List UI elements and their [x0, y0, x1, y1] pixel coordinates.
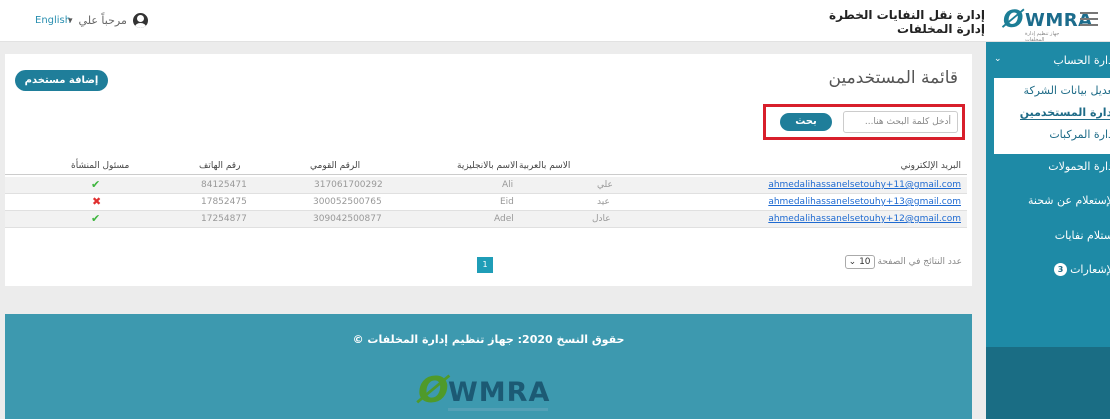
row-name-en: Eid: [500, 197, 514, 207]
column-phone: رقم الهاتف: [199, 161, 241, 171]
footer-logo-underline: [448, 408, 548, 411]
sidebar-item-notifications[interactable]: الإشعارات 3: [1054, 263, 1110, 276]
table-row[interactable]: ahmedalihassanelsetouhy+11@gmail.com علي…: [5, 177, 967, 194]
chevron-down-icon: ▾: [68, 15, 73, 26]
user-menu[interactable]: مرحباً علي ▾: [68, 13, 148, 28]
sidebar-section-account[interactable]: إدارة الحساب ⌄: [986, 54, 1110, 74]
add-user-button[interactable]: إضافة مستخدم: [15, 70, 108, 91]
column-manager: مسئول المنشأة: [71, 161, 130, 171]
row-name-ar: علي: [597, 180, 613, 190]
page-title: قائمة المستخدمين: [828, 68, 958, 88]
sidebar-item-shipment-inquiry[interactable]: الإستعلام عن شحنة: [1028, 194, 1110, 207]
top-bar: English مرحباً علي ▾ إدارة نقل النفايات …: [0, 0, 1110, 43]
check-icon: ✔: [91, 212, 101, 225]
notifications-badge: 3: [1054, 263, 1068, 276]
cross-icon: ✖: [92, 195, 102, 208]
row-name-ar: عادل: [592, 214, 611, 224]
table-row[interactable]: ahmedalihassanelsetouhy+13@gmail.com عيد…: [5, 194, 967, 211]
sidebar-bottom: [986, 347, 1110, 419]
language-link[interactable]: English: [35, 15, 71, 26]
search-button[interactable]: بحث: [780, 113, 832, 131]
check-icon: ✔: [91, 178, 101, 191]
footer-logo-text: WMRA: [448, 377, 551, 408]
footer: حقوق النسخ 2020: جهاز تنظيم إدارة المخلف…: [5, 314, 972, 419]
app-title: إدارة نقل النفايات الخطرة إدارة المخلفات: [829, 8, 985, 36]
user-greeting: مرحباً علي: [78, 14, 127, 27]
pagination-page-1[interactable]: 1: [477, 257, 493, 273]
sidebar-submenu: تعديل بيانات الشركة إدارة المستخدمين إدا…: [994, 78, 1110, 154]
per-page-control: عدد النتائج في الصفحة 10 ⌄: [844, 255, 962, 269]
row-phone: 17254877: [201, 214, 247, 224]
column-name-ar: الاسم بالعربية: [519, 161, 571, 171]
column-email: البريد الإلكتروني: [900, 161, 961, 171]
sidebar-section-label: إدارة الحساب: [1053, 54, 1110, 67]
per-page-label: عدد النتائج في الصفحة: [877, 257, 962, 267]
users-card: إضافة مستخدم قائمة المستخدمين أدخل كلمة …: [5, 54, 972, 286]
sidebar-item-users[interactable]: إدارة المستخدمين: [1019, 106, 1110, 120]
row-national-id: 300052500765: [313, 197, 382, 207]
row-email[interactable]: ahmedalihassanelsetouhy+13@gmail.com: [768, 197, 961, 207]
sidebar: إدارة الحساب ⌄ تعديل بيانات الشركة إدارة…: [986, 42, 1110, 419]
menu-toggle-icon[interactable]: [1080, 12, 1098, 26]
row-name-en: Adel: [494, 214, 514, 224]
row-email[interactable]: ahmedalihassanelsetouhy+11@gmail.com: [768, 180, 961, 190]
app-title-line2: إدارة المخلفات: [897, 22, 985, 36]
table-row[interactable]: ahmedalihassanelsetouhy+12@gmail.com عاد…: [5, 211, 967, 228]
row-name-en: Ali: [502, 180, 514, 190]
notifications-label: الإشعارات: [1070, 263, 1110, 276]
copyright-text: حقوق النسخ 2020: جهاز تنظيم إدارة المخلف…: [352, 333, 625, 346]
app-title-line1: إدارة نقل النفايات الخطرة: [829, 8, 985, 22]
column-national-id: الرقم القومي: [310, 161, 361, 171]
brand-logo: Ø WMRA جهاز تنظيم إدارة المخلفات: [1003, 5, 1092, 43]
sidebar-item-loads[interactable]: إدارة الحمولات: [1048, 160, 1110, 173]
chevron-down-icon: ⌄: [994, 54, 1002, 64]
row-national-id: 317061700292: [314, 180, 383, 190]
sidebar-item-vehicles[interactable]: إدارة المركبات: [1049, 128, 1110, 141]
row-phone: 17852475: [201, 197, 247, 207]
sidebar-item-waste-receipt[interactable]: استلام نفايات: [1055, 229, 1110, 242]
per-page-select[interactable]: 10 ⌄: [844, 255, 875, 269]
user-avatar-icon: [132, 13, 148, 28]
table-header: البريد الإلكتروني الاسم بالعربية الاسم ب…: [5, 157, 967, 175]
footer-logo: Ø WMRA: [418, 370, 558, 414]
leaf-logo-icon: Ø: [418, 370, 449, 411]
column-name-en: الاسم بالانجليزية: [457, 161, 518, 171]
sidebar-item-company-data[interactable]: تعديل بيانات الشركة: [1024, 84, 1110, 97]
row-phone: 84125471: [201, 180, 247, 190]
leaf-logo-icon: Ø: [1003, 5, 1024, 33]
row-email[interactable]: ahmedalihassanelsetouhy+12@gmail.com: [768, 214, 961, 224]
row-name-ar: عيد: [597, 197, 610, 207]
row-national-id: 309042500877: [313, 214, 382, 224]
search-input[interactable]: أدخل كلمة البحث هنا...: [843, 111, 958, 133]
